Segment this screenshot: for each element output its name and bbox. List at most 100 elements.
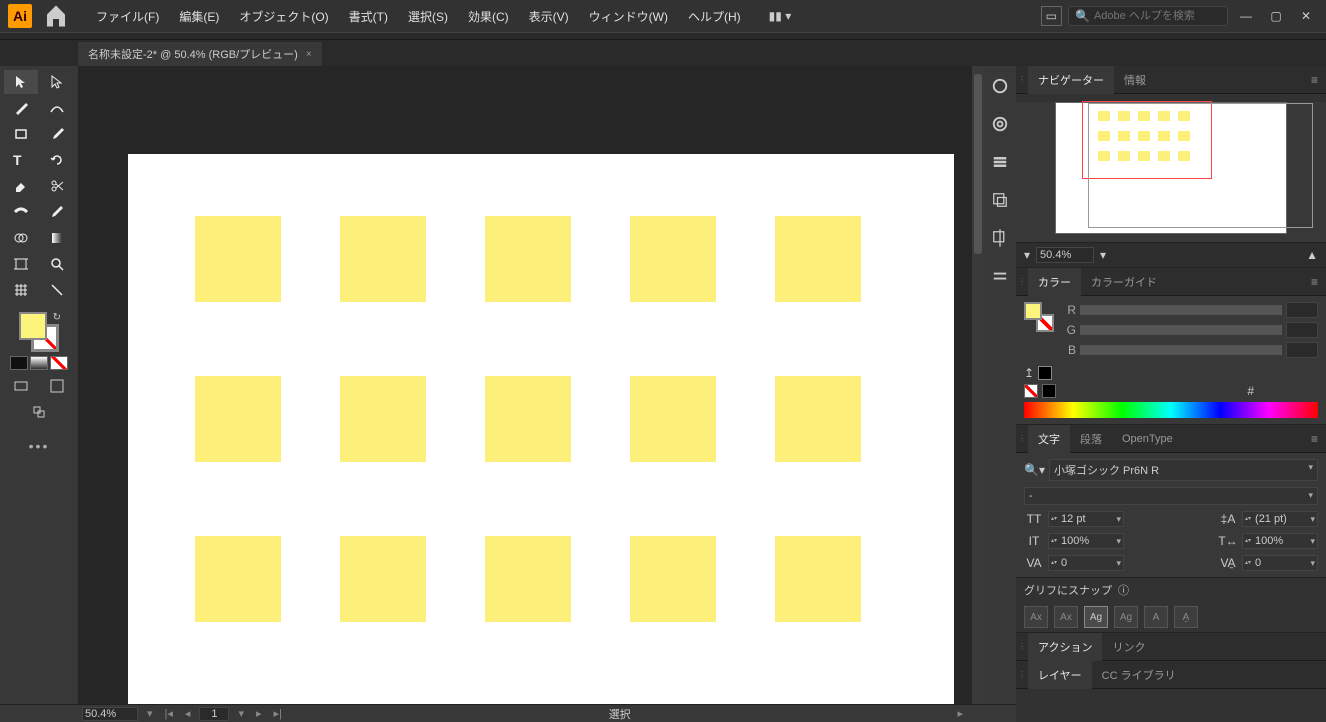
- swap-fill-stroke-icon[interactable]: ↻: [53, 312, 61, 323]
- hscale-input[interactable]: ▴▾100%▾: [1242, 533, 1318, 549]
- tab-color[interactable]: カラー: [1028, 268, 1081, 296]
- snap-option-4[interactable]: Ag: [1114, 606, 1138, 628]
- zoom-dropdown-icon[interactable]: ▾: [1100, 248, 1106, 262]
- status-play-icon[interactable]: ▸: [954, 707, 966, 720]
- tab-navigator[interactable]: ナビゲーター: [1028, 66, 1114, 94]
- artboard-tool[interactable]: [4, 252, 38, 276]
- shape-rect[interactable]: [195, 376, 281, 462]
- zoom-tool[interactable]: [40, 252, 74, 276]
- screen-mode-b[interactable]: [40, 374, 74, 398]
- tab-info[interactable]: 情報: [1114, 66, 1156, 94]
- channel-b-value[interactable]: [1286, 342, 1318, 358]
- shape-rect[interactable]: [775, 536, 861, 622]
- snap-option-1[interactable]: Ax: [1024, 606, 1048, 628]
- tracking-input[interactable]: ▴▾0▾: [1242, 555, 1318, 571]
- panel-options-icon[interactable]: ≡: [1303, 271, 1326, 293]
- arrange-icon[interactable]: ▮▮ ▾: [761, 9, 800, 23]
- shape-rect[interactable]: [340, 536, 426, 622]
- menu-file[interactable]: ファイル(F): [86, 2, 169, 31]
- shape-rect[interactable]: [485, 376, 571, 462]
- scissors-tool[interactable]: [40, 174, 74, 198]
- document-tab[interactable]: 名称未設定-2* @ 50.4% (RGB/プレビュー) ×: [78, 42, 322, 66]
- first-artboard-icon[interactable]: |◂: [162, 707, 176, 720]
- workspace-icon[interactable]: ▭: [1041, 6, 1062, 26]
- shape-rect[interactable]: [630, 216, 716, 302]
- kerning-input[interactable]: ▴▾0▾: [1048, 555, 1124, 571]
- transform-panel-icon[interactable]: [990, 190, 1010, 210]
- color-mode-solid[interactable]: [10, 356, 28, 370]
- menu-view[interactable]: 表示(V): [519, 2, 579, 31]
- shape-rect[interactable]: [485, 216, 571, 302]
- curvature-tool[interactable]: [40, 96, 74, 120]
- vscale-input[interactable]: ▴▾100%▾: [1048, 533, 1124, 549]
- draw-mode[interactable]: [22, 400, 56, 424]
- scrollbar-thumb[interactable]: [974, 74, 982, 254]
- shape-rect[interactable]: [195, 536, 281, 622]
- info-icon[interactable]: ⓘ: [1118, 582, 1129, 598]
- width-tool[interactable]: [4, 200, 38, 224]
- graphic-styles-panel-icon[interactable]: [990, 114, 1010, 134]
- maximize-button[interactable]: ▢: [1264, 6, 1288, 26]
- navigator-preview[interactable]: /* generated below */: [1055, 102, 1287, 234]
- snap-option-5[interactable]: A: [1144, 606, 1168, 628]
- tab-cc-libraries[interactable]: CC ライブラリ: [1092, 661, 1186, 689]
- blend-tool[interactable]: [40, 278, 74, 302]
- tab-color-guide[interactable]: カラーガイド: [1081, 268, 1167, 296]
- close-button[interactable]: ✕: [1294, 6, 1318, 26]
- black-swatch-2[interactable]: [1042, 384, 1056, 398]
- perspective-grid-tool[interactable]: [4, 278, 38, 302]
- snap-option-3[interactable]: Ag: [1084, 606, 1108, 628]
- collapse-strip[interactable]: [0, 32, 1326, 40]
- pen-tool[interactable]: [4, 96, 38, 120]
- shape-rect[interactable]: [340, 376, 426, 462]
- direct-selection-tool[interactable]: [40, 70, 74, 94]
- channel-r-slider[interactable]: [1080, 305, 1282, 315]
- font-family-dropdown[interactable]: 小塚ゴシック Pr6N R: [1049, 459, 1318, 481]
- tab-paragraph[interactable]: 段落: [1070, 425, 1112, 453]
- shape-rect[interactable]: [775, 216, 861, 302]
- none-swatch[interactable]: [1024, 384, 1038, 398]
- rotate-tool[interactable]: [40, 148, 74, 172]
- zoom-dropdown[interactable]: ▾: [144, 707, 156, 720]
- zoom-slider-icon[interactable]: ▲: [1306, 248, 1318, 262]
- eyedropper-tool[interactable]: [40, 200, 74, 224]
- shape-rect[interactable]: [630, 376, 716, 462]
- snap-option-2[interactable]: Ax: [1054, 606, 1078, 628]
- black-swatch[interactable]: [1038, 366, 1052, 380]
- home-icon[interactable]: [44, 4, 68, 28]
- appearance-panel-icon[interactable]: [990, 76, 1010, 96]
- shape-rect[interactable]: [485, 536, 571, 622]
- shape-rect[interactable]: [195, 216, 281, 302]
- help-search[interactable]: 🔍: [1068, 6, 1228, 26]
- search-input[interactable]: [1094, 10, 1221, 22]
- fill-stroke-swatches[interactable]: ↻: [19, 312, 59, 352]
- color-mode-gradient[interactable]: [30, 356, 48, 370]
- snap-option-6[interactable]: A̱: [1174, 606, 1198, 628]
- canvas-area[interactable]: [78, 66, 984, 704]
- tab-layers[interactable]: レイヤー: [1028, 661, 1092, 689]
- channel-g-slider[interactable]: [1080, 325, 1282, 335]
- menu-object[interactable]: オブジェクト(O): [229, 2, 338, 31]
- shape-builder-tool[interactable]: [4, 226, 38, 250]
- next-artboard-icon[interactable]: ▸: [253, 707, 265, 720]
- selection-tool[interactable]: [4, 70, 38, 94]
- panel-options-icon[interactable]: ≡: [1303, 69, 1326, 91]
- font-size-input[interactable]: ▴▾12 pt▾: [1048, 511, 1124, 527]
- last-artboard-icon[interactable]: ▸|: [271, 707, 285, 720]
- menu-effect[interactable]: 効果(C): [458, 2, 519, 31]
- shape-rect[interactable]: [630, 536, 716, 622]
- document-tab-close[interactable]: ×: [306, 49, 312, 60]
- menu-type[interactable]: 書式(T): [339, 2, 398, 31]
- tab-actions[interactable]: アクション: [1028, 633, 1102, 661]
- channel-g-value[interactable]: [1286, 322, 1318, 338]
- tab-character[interactable]: 文字: [1028, 425, 1070, 453]
- canvas-vertical-scrollbar[interactable]: [972, 66, 984, 704]
- paintbrush-tool[interactable]: [40, 122, 74, 146]
- app-logo[interactable]: Ai: [8, 4, 32, 28]
- color-spectrum[interactable]: [1024, 402, 1318, 418]
- channel-b-slider[interactable]: [1080, 345, 1282, 355]
- menu-select[interactable]: 選択(S): [398, 2, 458, 31]
- panel-options-icon[interactable]: ≡: [1303, 428, 1326, 450]
- edit-toolbar-icon[interactable]: •••: [29, 438, 50, 454]
- menu-edit[interactable]: 編集(E): [169, 2, 229, 31]
